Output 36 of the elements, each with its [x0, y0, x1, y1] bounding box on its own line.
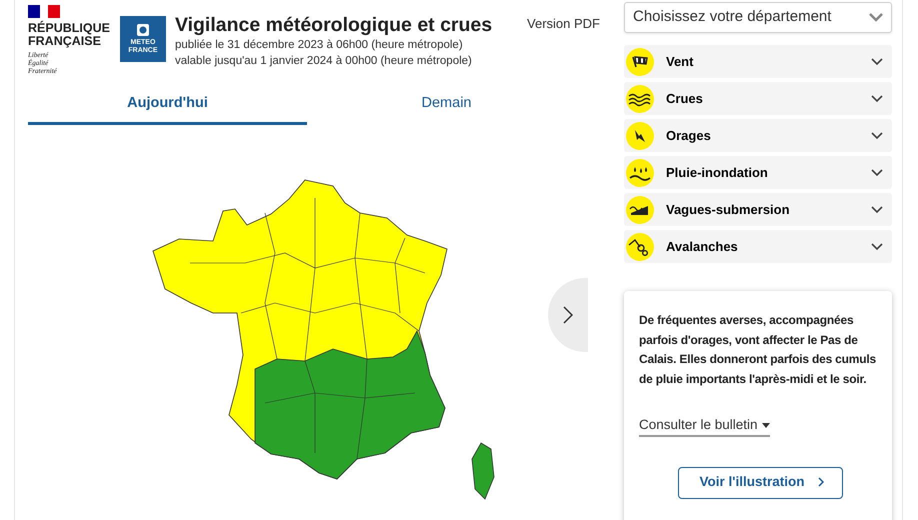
day-tab[interactable]: Aujourd'hui — [28, 89, 307, 125]
bulletin-link[interactable]: Consulter le bulletin — [639, 415, 770, 438]
select-placeholder: Choisissez votre département — [633, 7, 832, 28]
storm-icon — [626, 122, 654, 150]
chevron-right-icon — [818, 477, 824, 488]
wind-icon — [626, 48, 654, 76]
publication-date: publiée le 31 décembre 2023 à 06h00 (heure métropole) — [174, 38, 464, 53]
caret-down-icon — [762, 422, 770, 428]
chevron-right-icon — [563, 306, 573, 324]
phenomenon-row[interactable]: Vent — [624, 45, 892, 78]
phenomenon-row[interactable]: Vagues-submersion — [624, 193, 892, 226]
logo-text: RÉPUBLIQUE — [28, 22, 110, 35]
bulletin-text: De fréquentes averses, accompagnées parfois d'orages, vont affecter le Pas de Calais. Elles donneront parfois des cumuls de pluie importants l'après-midi et le soir. — [639, 312, 877, 388]
chevron-down-icon — [871, 94, 883, 102]
chevron-down-icon — [871, 206, 883, 214]
avalanche-icon — [626, 232, 654, 260]
phenomenon-row[interactable]: Crues — [624, 82, 892, 115]
validity-date: valable jusqu'au 1 janvier 2024 à 00h00 (heure métropole) — [174, 54, 473, 69]
department-select[interactable]: Choisissez votre département — [624, 2, 892, 33]
phenomenon-row[interactable]: Pluie-inondation — [624, 156, 892, 189]
phenomenon-row[interactable]: Avalanches — [624, 230, 892, 263]
logo-text: FRANÇAISE — [28, 35, 101, 48]
chevron-down-icon — [871, 132, 883, 140]
phenomenon-row[interactable]: Orages — [624, 119, 892, 152]
flag-icon — [28, 5, 60, 18]
pdf-link[interactable]: Version PDF — [527, 14, 610, 75]
chevron-down-icon — [869, 13, 883, 22]
waves-icon — [626, 196, 654, 224]
page-title: Vigilance météorologique et crues — [174, 13, 492, 37]
illustration-button[interactable]: Voir l'illustration — [678, 467, 844, 498]
flood-icon — [626, 84, 654, 112]
chevron-down-icon — [871, 168, 883, 176]
day-tab[interactable]: Demain — [307, 89, 586, 125]
rain-icon — [626, 158, 654, 186]
chevron-down-icon — [871, 242, 883, 250]
chevron-down-icon — [871, 58, 883, 66]
